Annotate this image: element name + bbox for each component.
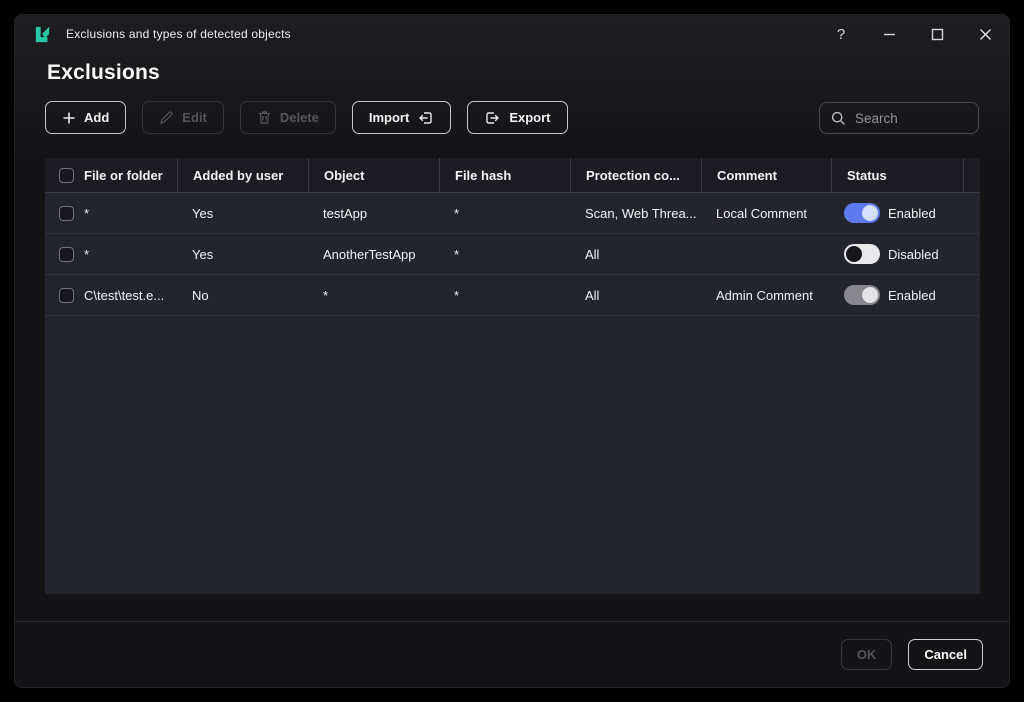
cell-file-hash: * (439, 234, 570, 274)
cell-status: Disabled (831, 234, 963, 274)
cell-file-or-folder: * (84, 247, 89, 262)
exclusions-table: File or folder Added by user Object File… (45, 158, 980, 594)
cell-file-hash: * (439, 275, 570, 315)
header-object[interactable]: Object (308, 158, 439, 192)
exclusions-window: Exclusions and types of detected objects… (14, 14, 1010, 688)
header-status[interactable]: Status (831, 158, 963, 192)
import-button[interactable]: Import (352, 101, 451, 134)
cell-file-or-folder: C\test\test.e... (84, 288, 164, 303)
status-label: Enabled (888, 288, 936, 303)
window-controls: ? (829, 22, 1009, 46)
header-label: Protection co... (586, 168, 680, 183)
edit-button[interactable]: Edit (142, 101, 224, 134)
header-added-by-user[interactable]: Added by user (177, 158, 308, 192)
cell-protection: All (570, 234, 701, 274)
header-spacer (963, 158, 980, 192)
header-comment[interactable]: Comment (701, 158, 831, 192)
search-box[interactable] (819, 102, 979, 134)
cell-spacer (963, 234, 980, 274)
header-label: Object (324, 168, 364, 183)
search-input[interactable] (855, 111, 967, 126)
cell-comment: Local Comment (701, 193, 831, 233)
search-icon (831, 111, 846, 126)
minimize-icon[interactable] (877, 22, 901, 46)
row-checkbox[interactable] (59, 247, 74, 262)
cancel-button[interactable]: Cancel (908, 639, 983, 670)
close-icon[interactable] (973, 22, 997, 46)
delete-button[interactable]: Delete (240, 101, 336, 134)
header-file-hash[interactable]: File hash (439, 158, 570, 192)
header-label: File or folder (84, 168, 163, 183)
cell-comment (701, 234, 831, 274)
kaspersky-logo-icon (33, 25, 52, 44)
status-toggle[interactable] (844, 285, 880, 305)
status-toggle[interactable] (844, 244, 880, 264)
table-row[interactable]: * Yes AnotherTestApp * All Disabled (45, 234, 980, 275)
export-icon (484, 110, 501, 126)
row-checkbox[interactable] (59, 288, 74, 303)
pencil-icon (159, 110, 174, 125)
cell-spacer (963, 275, 980, 315)
maximize-icon[interactable] (925, 22, 949, 46)
window-title: Exclusions and types of detected objects (66, 27, 291, 41)
status-toggle[interactable] (844, 203, 880, 223)
plus-icon (62, 111, 76, 125)
export-button[interactable]: Export (467, 101, 567, 134)
table-row[interactable]: * Yes testApp * Scan, Web Threa... Local… (45, 193, 980, 234)
cell-spacer (963, 193, 980, 233)
export-button-label: Export (509, 110, 550, 125)
cell-file-or-folder: * (84, 206, 89, 221)
cell-protection: All (570, 275, 701, 315)
header-protection[interactable]: Protection co... (570, 158, 701, 192)
cell-comment: Admin Comment (701, 275, 831, 315)
row-checkbox[interactable] (59, 206, 74, 221)
trash-icon (257, 110, 272, 125)
import-button-label: Import (369, 110, 409, 125)
cell-status: Enabled (831, 275, 963, 315)
header-label: File hash (455, 168, 511, 183)
table-row[interactable]: C\test\test.e... No * * All Admin Commen… (45, 275, 980, 316)
cell-file-hash: * (439, 193, 570, 233)
status-label: Enabled (888, 206, 936, 221)
cell-added-by-user: Yes (177, 234, 308, 274)
cell-object: testApp (308, 193, 439, 233)
footer-actions: OK Cancel (841, 639, 983, 670)
edit-button-label: Edit (182, 110, 207, 125)
title-bar: Exclusions and types of detected objects… (15, 15, 1009, 53)
ok-button[interactable]: OK (841, 639, 893, 670)
header-file-or-folder[interactable]: File or folder (45, 158, 177, 192)
header-label: Added by user (193, 168, 283, 183)
cell-added-by-user: No (177, 275, 308, 315)
add-button[interactable]: Add (45, 101, 126, 134)
page-title: Exclusions (47, 61, 160, 85)
table-header-row: File or folder Added by user Object File… (45, 158, 980, 193)
cell-status: Enabled (831, 193, 963, 233)
import-icon (417, 110, 434, 126)
help-icon[interactable]: ? (829, 22, 853, 46)
select-all-checkbox[interactable] (59, 168, 74, 183)
header-label: Comment (717, 168, 777, 183)
cell-added-by-user: Yes (177, 193, 308, 233)
cell-object: AnotherTestApp (308, 234, 439, 274)
cell-object: * (308, 275, 439, 315)
add-button-label: Add (84, 110, 109, 125)
cell-protection: Scan, Web Threa... (570, 193, 701, 233)
screen: Exclusions and types of detected objects… (0, 0, 1024, 702)
footer-divider (15, 621, 1009, 622)
status-label: Disabled (888, 247, 939, 262)
toolbar: Add Edit Delete Import (45, 101, 568, 134)
header-label: Status (847, 168, 887, 183)
delete-button-label: Delete (280, 110, 319, 125)
